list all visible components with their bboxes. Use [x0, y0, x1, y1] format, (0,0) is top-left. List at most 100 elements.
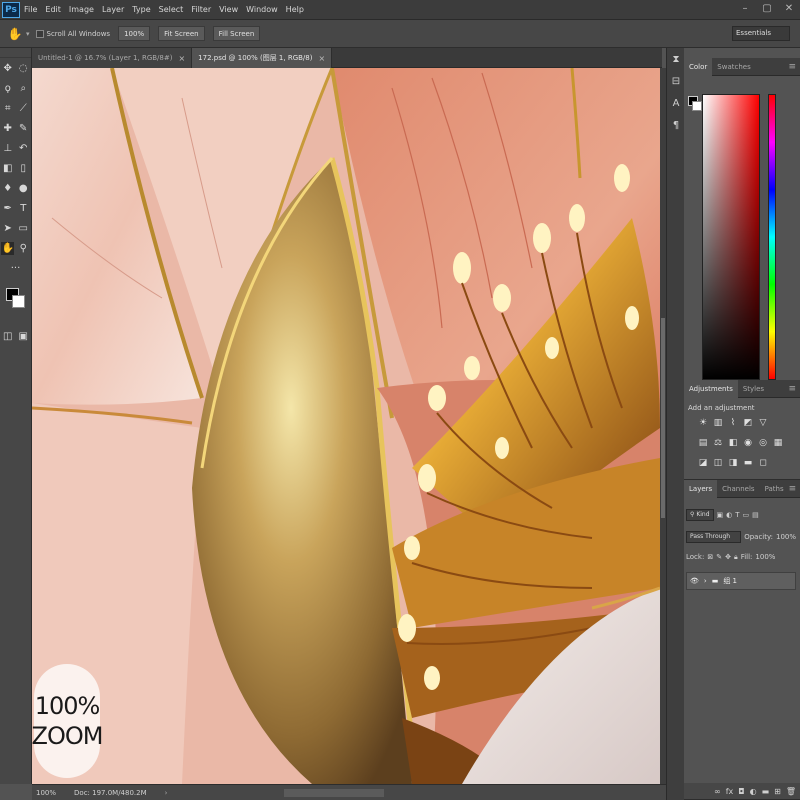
menu-layer[interactable]: Layer — [98, 5, 128, 14]
tab-swatches[interactable]: Swatches — [712, 58, 755, 76]
chevron-right-icon[interactable]: › — [165, 789, 168, 797]
menu-view[interactable]: View — [215, 5, 242, 14]
move-tool-icon[interactable]: ✥ — [1, 62, 14, 75]
hand-icon[interactable]: ✋ — [4, 24, 26, 44]
color-picker-field[interactable] — [702, 94, 760, 380]
gradient-tool-icon[interactable]: ▯ — [17, 162, 30, 175]
layer-kind-filter[interactable]: ⚲ Kind — [686, 509, 714, 521]
properties-icon[interactable]: ⊟ — [669, 76, 683, 92]
panel-menu-icon[interactable]: ≡ — [788, 384, 796, 394]
history-icon[interactable]: ⧗ — [669, 54, 683, 70]
workspace-select[interactable]: Essentials — [732, 26, 790, 41]
filter-type-icon[interactable]: T — [735, 511, 739, 519]
background-color-swatch[interactable] — [692, 101, 702, 111]
posterize-icon[interactable]: ◫ — [713, 458, 723, 468]
new-layer-icon[interactable]: ⊞ — [774, 787, 781, 796]
chevron-down-icon[interactable]: ▾ — [26, 30, 30, 38]
exposure-icon[interactable]: ◩ — [743, 418, 753, 428]
adjustment-layer-icon[interactable]: ◐ — [750, 787, 757, 796]
document-canvas[interactable]: 100% ZOOM — [32, 68, 660, 784]
eraser-tool-icon[interactable]: ◧ — [1, 162, 14, 175]
eyedropper-tool-icon[interactable]: ⟋ — [17, 102, 30, 115]
pen-tool-icon[interactable]: ✒ — [1, 202, 14, 215]
trash-icon[interactable]: 🗑︎ — [786, 787, 796, 796]
opacity-value[interactable]: 100% — [776, 533, 796, 541]
layer-name[interactable]: 组 1 — [723, 576, 737, 586]
vibrance-icon[interactable]: ▽ — [758, 418, 768, 428]
invert-icon[interactable]: ◪ — [698, 458, 708, 468]
tab-channels[interactable]: Channels — [717, 480, 759, 498]
menu-edit[interactable]: Edit — [41, 5, 65, 14]
menu-file[interactable]: File — [20, 5, 41, 14]
panel-menu-icon[interactable]: ≡ — [788, 62, 796, 72]
zoom-100-button[interactable]: 100% — [118, 26, 151, 41]
link-icon[interactable]: ∞ — [714, 787, 721, 796]
menu-window[interactable]: Window — [242, 5, 282, 14]
hue-slider[interactable] — [768, 94, 776, 380]
dodge-tool-icon[interactable]: ● — [17, 182, 30, 195]
color-lookup-icon[interactable]: ▦ — [773, 438, 783, 448]
history-brush-icon[interactable]: ↶ — [17, 142, 30, 155]
screen-mode-icon[interactable]: ▣ — [17, 330, 30, 343]
more-tools-icon[interactable]: ··· — [9, 262, 22, 275]
healing-brush-icon[interactable]: ✚ — [1, 122, 14, 135]
blend-mode-select[interactable]: Pass Through — [686, 531, 742, 543]
lock-brush-icon[interactable]: ✎ — [716, 553, 722, 561]
document-tab-active[interactable]: 172.psd @ 100% (图层 1, RGB/8) × — [192, 48, 333, 68]
crop-tool-icon[interactable]: ⌗ — [1, 102, 14, 115]
threshold-icon[interactable]: ◨ — [728, 458, 738, 468]
path-select-icon[interactable]: ➤ — [1, 222, 14, 235]
close-button[interactable]: ✕ — [782, 2, 796, 16]
tab-color[interactable]: Color — [684, 57, 713, 76]
tab-paths[interactable]: Paths — [760, 480, 789, 498]
levels-icon[interactable]: ▥ — [713, 418, 723, 428]
menu-type[interactable]: Type — [128, 5, 154, 14]
tab-adjustments[interactable]: Adjustments — [684, 379, 738, 398]
fit-screen-button[interactable]: Fit Screen — [158, 26, 205, 41]
layer-row[interactable]: 👁︎ › ▬ 组 1 — [686, 572, 796, 590]
fx-icon[interactable]: fx — [726, 787, 734, 796]
fill-value[interactable]: 100% — [755, 553, 775, 561]
tab-layers[interactable]: Layers — [684, 479, 718, 498]
filter-adjustment-icon[interactable]: ◐ — [726, 511, 732, 519]
quick-select-tool-icon[interactable]: ⌕ — [17, 82, 30, 95]
tab-styles[interactable]: Styles — [738, 380, 769, 398]
hue-saturation-icon[interactable]: ▤ — [698, 438, 708, 448]
menu-help[interactable]: Help — [282, 5, 308, 14]
rectangle-tool-icon[interactable]: ▭ — [17, 222, 30, 235]
zoom-tool-icon[interactable]: ⚲ — [17, 242, 30, 255]
gradient-map-icon[interactable]: ▬ — [743, 458, 753, 468]
black-white-icon[interactable]: ◧ — [728, 438, 738, 448]
lock-move-icon[interactable]: ✥ — [725, 553, 731, 561]
brightness-icon[interactable]: ☀ — [698, 418, 708, 428]
brush-tool-icon[interactable]: ✎ — [17, 122, 30, 135]
filter-shape-icon[interactable]: ▭ — [743, 511, 750, 519]
filter-smart-icon[interactable]: ▤ — [752, 511, 759, 519]
scroll-all-windows-checkbox[interactable]: Scroll All Windows — [35, 29, 110, 38]
menu-filter[interactable]: Filter — [187, 5, 215, 14]
new-group-icon[interactable]: ▬ — [762, 787, 770, 796]
channel-mixer-icon[interactable]: ◎ — [758, 438, 768, 448]
marquee-tool-icon[interactable]: ◌ — [17, 62, 30, 75]
menu-select[interactable]: Select — [155, 5, 188, 14]
background-color-swatch[interactable] — [12, 295, 25, 308]
scrollbar-thumb[interactable] — [661, 318, 665, 518]
mask-icon[interactable]: ◘ — [738, 787, 744, 796]
lock-pixels-icon[interactable]: ⊠ — [707, 553, 713, 561]
filter-pixel-icon[interactable]: ▣ — [717, 511, 724, 519]
blur-tool-icon[interactable]: ♦ — [1, 182, 14, 195]
fill-screen-button[interactable]: Fill Screen — [212, 26, 261, 41]
photo-filter-icon[interactable]: ◉ — [743, 438, 753, 448]
checkbox-box[interactable] — [35, 29, 44, 38]
close-icon[interactable]: × — [318, 54, 325, 63]
close-icon[interactable]: × — [178, 54, 185, 63]
visibility-eye-icon[interactable]: 👁︎ — [690, 577, 699, 585]
color-balance-icon[interactable]: ⚖ — [713, 438, 723, 448]
maximize-button[interactable]: ▢ — [760, 2, 774, 16]
selective-color-icon[interactable]: ◻ — [758, 458, 768, 468]
minimize-button[interactable]: – — [738, 2, 752, 16]
paragraph-icon[interactable]: ¶ — [669, 120, 683, 136]
character-icon[interactable]: A — [669, 98, 683, 114]
lasso-tool-icon[interactable]: ϙ — [1, 82, 14, 95]
curves-icon[interactable]: ⌇ — [728, 418, 738, 428]
